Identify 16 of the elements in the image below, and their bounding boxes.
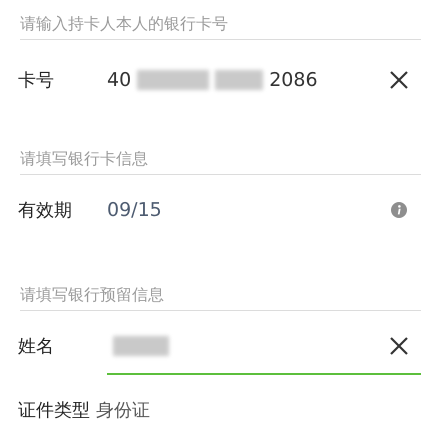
- field-value[interactable]: 2086: [269, 69, 318, 91]
- field-label: 有效期: [18, 199, 73, 222]
- field-value[interactable]: 09/15: [107, 199, 162, 221]
- field-value[interactable]: 40: [107, 69, 132, 91]
- field-label: 证件类型: [18, 399, 90, 422]
- section-hint: 请输入持卡人本人的银行卡号: [20, 14, 228, 34]
- info-icon[interactable]: [391, 202, 407, 218]
- field-value[interactable]: 身份证: [96, 398, 150, 422]
- redaction-block: [113, 336, 169, 356]
- section-hint: 请填写银行卡信息: [20, 149, 148, 169]
- redaction-block: [215, 70, 264, 90]
- field-label: 姓名: [18, 335, 55, 358]
- close-icon[interactable]: [389, 70, 409, 90]
- section-hint: 请填写银行预留信息: [20, 285, 164, 305]
- field-label: 卡号: [18, 69, 55, 92]
- close-icon[interactable]: [389, 336, 409, 356]
